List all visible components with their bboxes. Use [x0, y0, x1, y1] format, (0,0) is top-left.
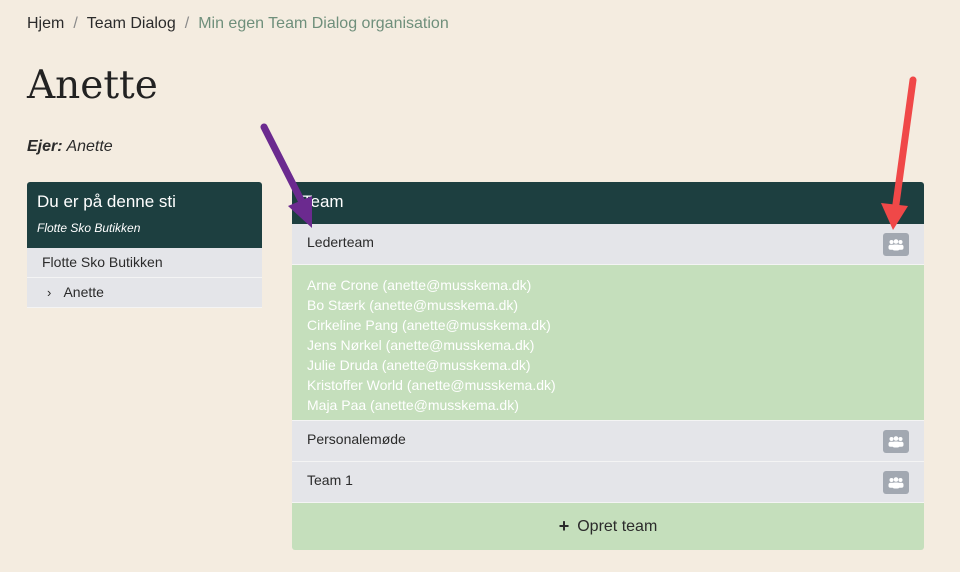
team-name: Lederteam — [307, 234, 374, 250]
owner-name: Anette — [66, 138, 113, 155]
team-members-button[interactable] — [883, 430, 909, 453]
breadcrumb-team-dialog-link[interactable]: Team Dialog — [87, 15, 176, 33]
plus-icon: + — [558, 516, 570, 536]
path-item-label: Flotte Sko Butikken — [42, 254, 163, 270]
owner-info: Ejer: Anette — [27, 138, 113, 156]
member-item: Arne Crone (anette@musskema.dk) — [307, 277, 532, 293]
create-team-button[interactable]: + Opret team — [292, 503, 924, 550]
team-name: Team 1 — [307, 472, 353, 488]
breadcrumb: Hjem / Team Dialog / Min egen Team Dialo… — [27, 15, 449, 33]
team-members-button[interactable] — [883, 471, 909, 494]
path-item-label: Anette — [63, 284, 104, 300]
team-members-button[interactable] — [883, 233, 909, 256]
team-row-lederteam[interactable]: Lederteam — [292, 224, 924, 265]
users-icon — [888, 435, 904, 447]
path-panel-title: Du er på denne sti — [37, 192, 176, 211]
team-panel-title: Team — [292, 182, 924, 224]
path-panel: Du er på denne sti Flotte Sko Butikken F… — [27, 182, 262, 308]
breadcrumb-separator: / — [184, 15, 190, 32]
breadcrumb-separator: / — [73, 15, 78, 32]
member-item: Maja Paa (anette@musskema.dk) — [307, 397, 519, 413]
chevron-right-icon: › — [47, 285, 52, 300]
breadcrumb-home-link[interactable]: Hjem — [27, 15, 64, 33]
users-icon — [888, 238, 904, 250]
owner-label: Ejer: — [27, 138, 63, 155]
path-item-flotte-sko-butikken[interactable]: Flotte Sko Butikken — [27, 248, 262, 278]
team-name: Personalemøde — [307, 431, 406, 447]
member-item: Kristoffer World (anette@musskema.dk) — [307, 377, 556, 393]
member-item: Cirkeline Pang (anette@musskema.dk) — [307, 317, 551, 333]
users-icon — [888, 476, 904, 488]
team-members-list: Arne Crone (anette@musskema.dk) Bo Stærk… — [292, 265, 924, 421]
page-title: Anette — [27, 63, 158, 108]
team-row-personalemode[interactable]: Personalemøde — [292, 421, 924, 462]
path-panel-subtitle: Flotte Sko Butikken — [37, 221, 141, 235]
team-row-team-1[interactable]: Team 1 — [292, 462, 924, 503]
member-item: Jens Nørkel (anette@musskema.dk) — [307, 337, 535, 353]
path-panel-header: Du er på denne sti Flotte Sko Butikken — [27, 182, 262, 248]
path-item-anette[interactable]: › Anette — [27, 278, 262, 308]
create-team-label: Opret team — [577, 517, 658, 535]
breadcrumb-current: Min egen Team Dialog organisation — [198, 15, 449, 32]
member-item: Bo Stærk (anette@musskema.dk) — [307, 297, 519, 313]
member-item: Julie Druda (anette@musskema.dk) — [307, 357, 531, 373]
team-panel: Team Lederteam Arne Crone (anette@musske… — [292, 182, 924, 550]
